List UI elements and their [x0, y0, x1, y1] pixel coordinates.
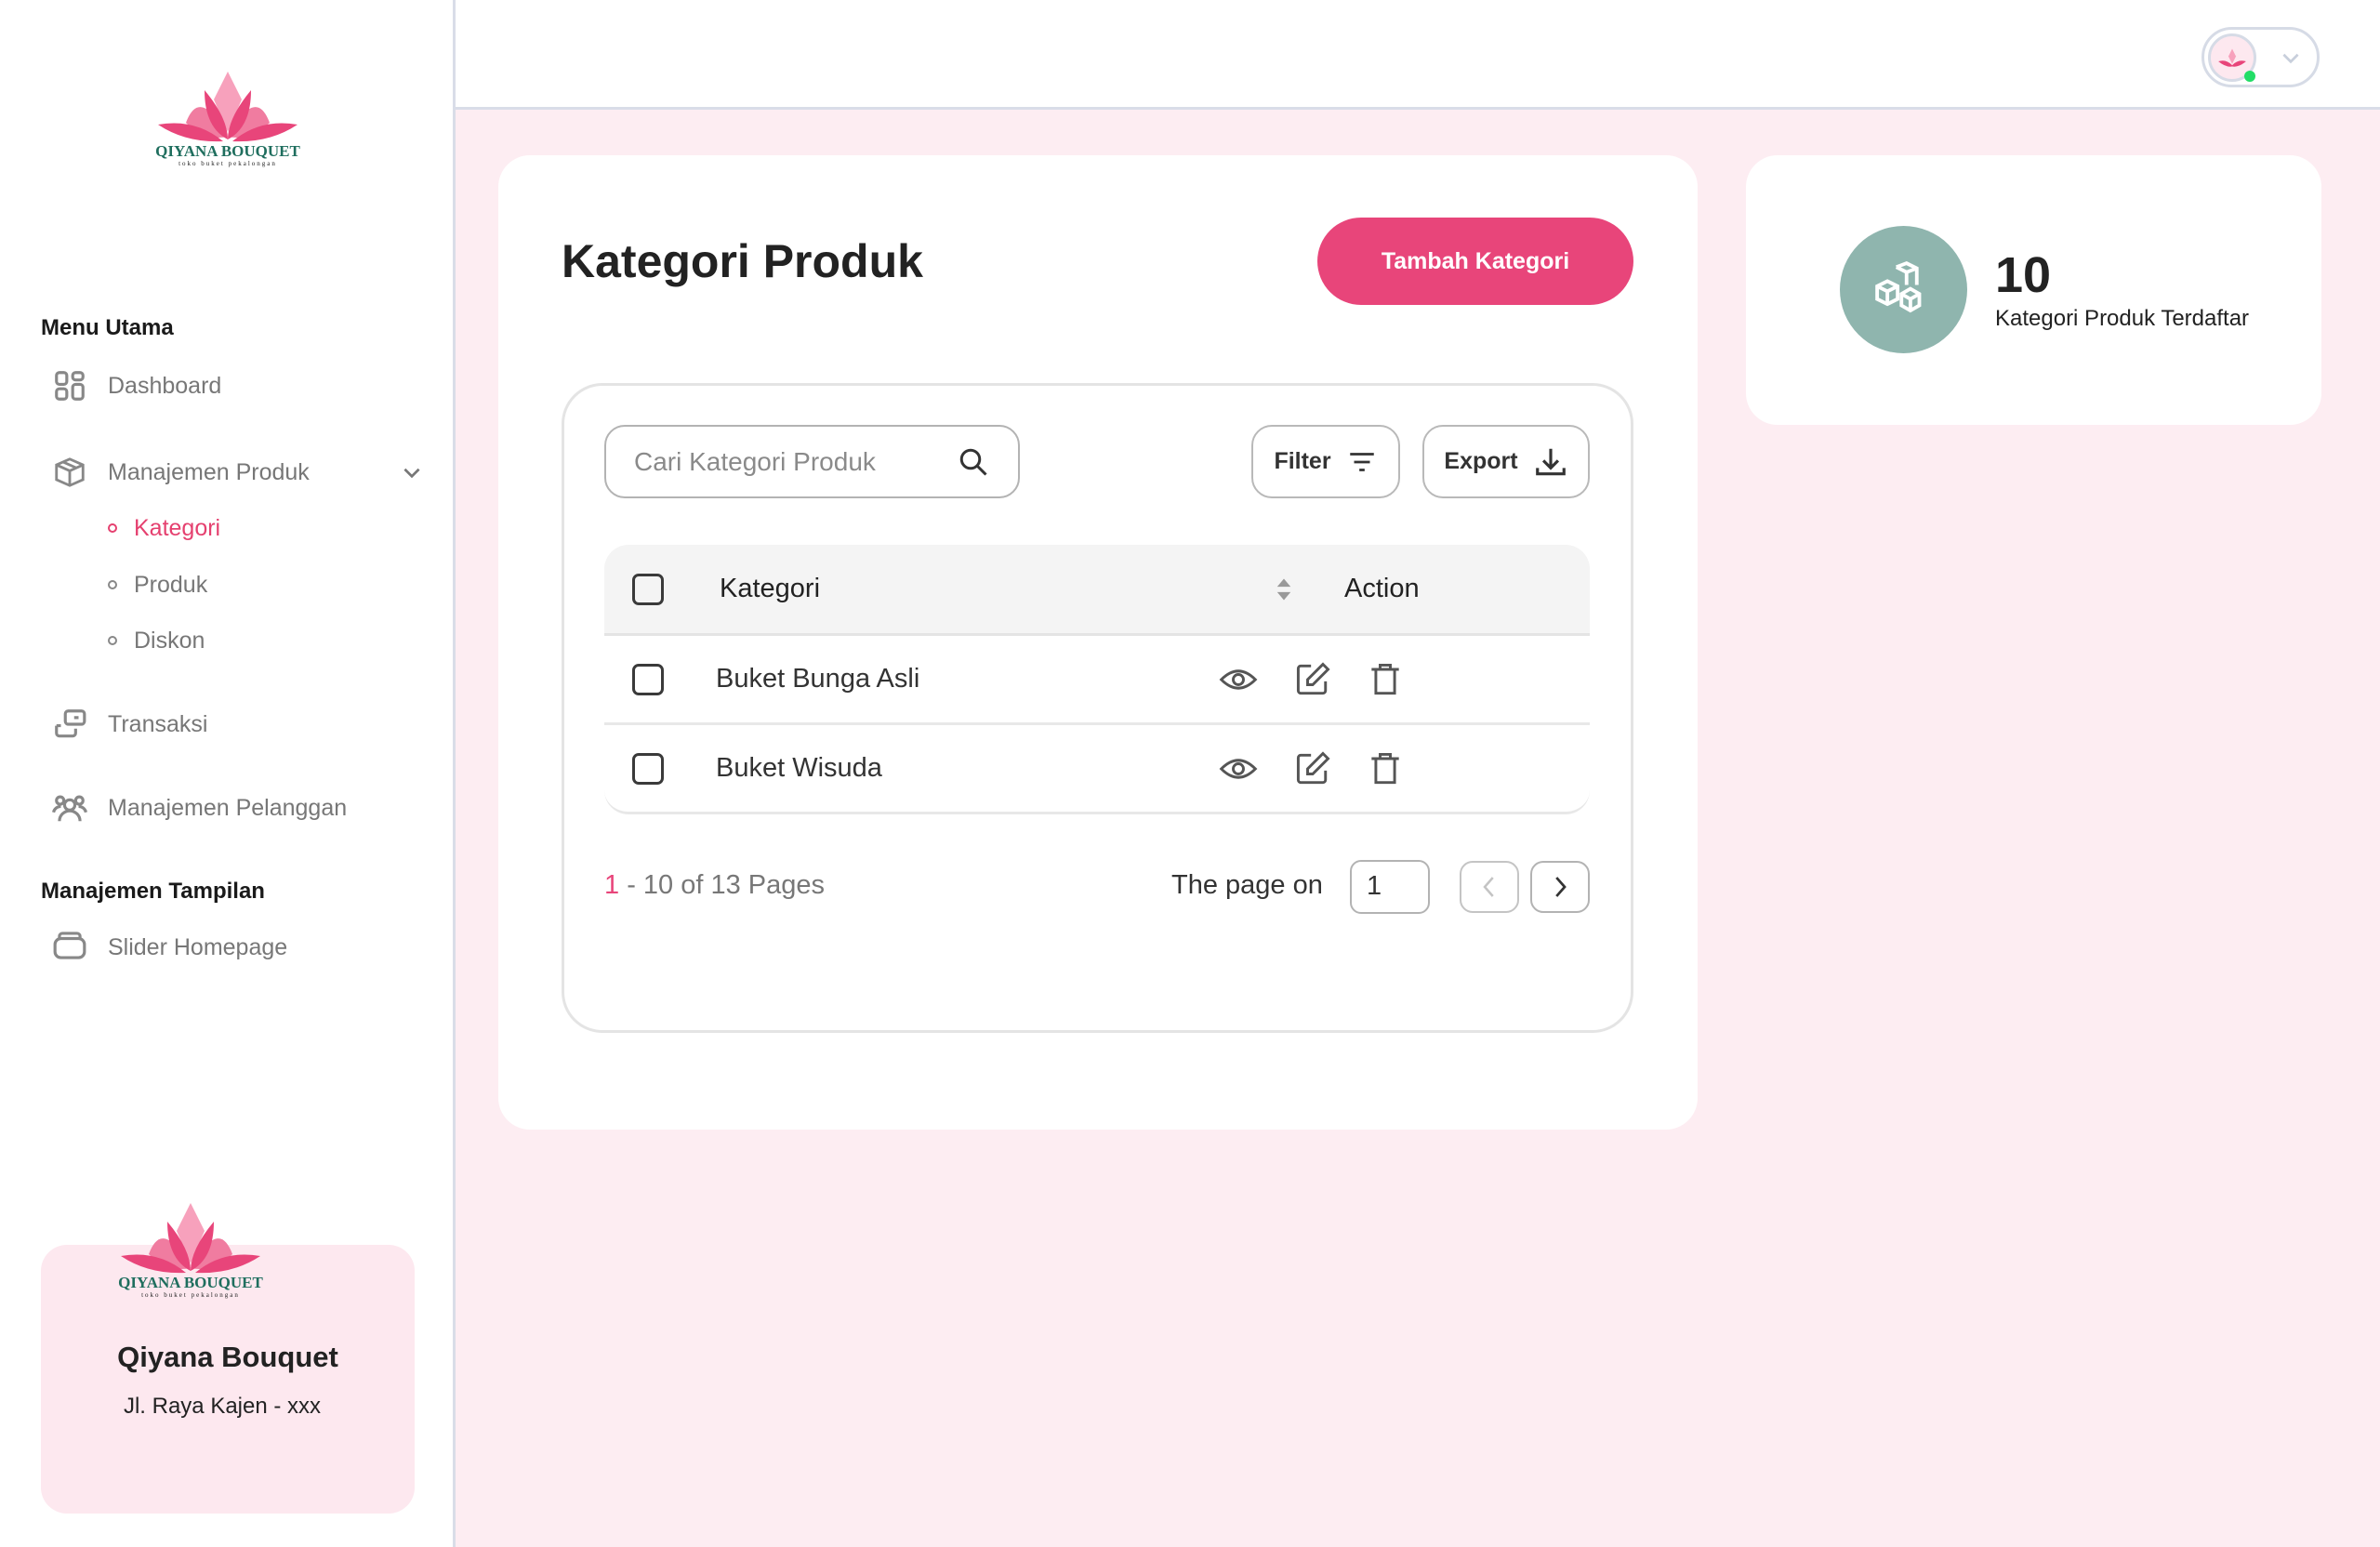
- chevron-down-icon[interactable]: [400, 460, 424, 484]
- category-name: Buket Bunga Asli: [716, 664, 920, 694]
- brand-logo: QIYANA BOUQUET toko buket pekalongan: [155, 72, 301, 167]
- prev-page-button[interactable]: [1460, 861, 1519, 913]
- sidebar-subitem-kategori[interactable]: Kategori: [108, 509, 220, 547]
- bullet-icon: [108, 580, 117, 589]
- box-icon: [55, 457, 85, 487]
- page-on-label: The page on: [1171, 870, 1323, 900]
- store-name: Qiyana Bouquet: [117, 1341, 338, 1373]
- category-name: Buket Wisuda: [716, 753, 882, 783]
- sidebar-item-manajemen-pelanggan[interactable]: Manajemen Pelanggan: [52, 787, 347, 828]
- online-status-dot: [2244, 71, 2255, 82]
- filter-button[interactable]: Filter: [1251, 425, 1400, 498]
- table-row: Buket Wisuda: [604, 725, 1590, 814]
- sidebar-item-transaksi[interactable]: Transaksi: [52, 704, 207, 745]
- sidebar-subitem-diskon[interactable]: Diskon: [108, 622, 205, 659]
- sidebar-item-label: Dashboard: [108, 372, 222, 399]
- brand-logo: QIYANA BOUQUET toko buket pekalongan: [118, 1203, 264, 1299]
- stat-label: Kategori Produk Terdaftar: [1995, 306, 2250, 331]
- svg-text:QIYANA BOUQUET: QIYANA BOUQUET: [118, 1274, 263, 1291]
- search-placeholder: Cari Kategori Produk: [634, 446, 876, 476]
- pagination-range: - 10 of 13 Pages: [619, 870, 826, 900]
- svg-text:QIYANA BOUQUET: QIYANA BOUQUET: [155, 142, 300, 160]
- boxes-icon: [1874, 260, 1921, 312]
- transaction-icon: [55, 709, 86, 738]
- stat-icon-circle: [1840, 226, 1967, 353]
- bullet-icon: [108, 636, 117, 645]
- view-eye-icon[interactable]: [1218, 748, 1259, 789]
- edit-icon[interactable]: [1292, 748, 1333, 789]
- sidebar-subitem-produk[interactable]: Produk: [108, 566, 207, 603]
- column-header-kategori[interactable]: Kategori: [720, 574, 820, 604]
- grid-icon: [55, 371, 85, 401]
- table-header: Kategori Action: [604, 545, 1590, 636]
- chevron-down-icon: [2282, 53, 2299, 64]
- export-label: Export: [1444, 448, 1518, 474]
- pagination-current: 1: [604, 870, 620, 900]
- add-category-button[interactable]: Tambah Kategori: [1317, 218, 1633, 305]
- column-header-action: Action: [1344, 574, 1420, 603]
- sidebar-item-label: Manajemen Pelanggan: [108, 794, 348, 821]
- edit-icon[interactable]: [1292, 659, 1333, 700]
- chevron-right-icon: [1555, 877, 1567, 897]
- page-number-input[interactable]: 1: [1350, 860, 1430, 914]
- page-title: Kategori Produk: [562, 235, 923, 287]
- chevron-left-icon: [1483, 877, 1494, 897]
- store-address: Jl. Raya Kajen - xxx: [123, 1394, 322, 1419]
- delete-trash-icon[interactable]: [1365, 659, 1406, 700]
- sort-icon[interactable]: [1276, 577, 1292, 602]
- sidebar-item-label: Slider Homepage: [108, 933, 288, 960]
- filter-label: Filter: [1274, 448, 1331, 474]
- sidebar-item-label: Manajemen Produk: [108, 458, 310, 485]
- sidebar-item-dashboard[interactable]: Dashboard: [52, 365, 221, 406]
- section-manajemen-tampilan: Manajemen Tampilan: [41, 879, 265, 904]
- profile-menu[interactable]: [2202, 27, 2320, 87]
- search-input[interactable]: Cari Kategori Produk: [604, 425, 1020, 498]
- download-icon: [1535, 448, 1566, 475]
- store-card: QIYANA BOUQUET toko buket pekalongan Qiy…: [41, 1203, 415, 1514]
- stat-card: 10 Kategori Produk Terdaftar: [1746, 155, 2321, 425]
- sidebar-item-manajemen-produk[interactable]: Manajemen Produk: [52, 452, 424, 493]
- next-page-button[interactable]: [1530, 861, 1590, 913]
- pagination-summary: 1 - 10 of 13 Pages: [604, 870, 825, 901]
- stat-value: 10: [1995, 247, 2052, 303]
- filter-icon: [1349, 452, 1374, 471]
- sidebar-item-slider-homepage[interactable]: Slider Homepage: [52, 927, 287, 968]
- export-button[interactable]: Export: [1422, 425, 1590, 498]
- select-all-checkbox[interactable]: [632, 573, 664, 605]
- search-icon[interactable]: [957, 445, 990, 479]
- row-checkbox[interactable]: [632, 752, 664, 785]
- svg-text:toko buket pekalongan: toko buket pekalongan: [141, 1291, 240, 1299]
- sidebar-item-label: Transaksi: [108, 710, 208, 737]
- table-row: Buket Bunga Asli: [604, 636, 1590, 725]
- sidebar: QIYANA BOUQUET toko buket pekalongan Men…: [0, 0, 456, 1547]
- svg-text:toko buket pekalongan: toko buket pekalongan: [178, 160, 277, 167]
- sidebar-subitem-label: Kategori: [134, 514, 221, 541]
- row-checkbox[interactable]: [632, 663, 664, 695]
- view-eye-icon[interactable]: [1218, 659, 1259, 700]
- slider-icon: [53, 932, 86, 959]
- users-icon: [52, 795, 87, 822]
- sidebar-subitem-label: Diskon: [134, 627, 205, 654]
- top-bar: [456, 0, 2380, 110]
- bullet-icon: [108, 523, 117, 533]
- delete-trash-icon[interactable]: [1365, 748, 1406, 789]
- sidebar-subitem-label: Produk: [134, 571, 208, 598]
- section-menu-utama: Menu Utama: [41, 315, 174, 340]
